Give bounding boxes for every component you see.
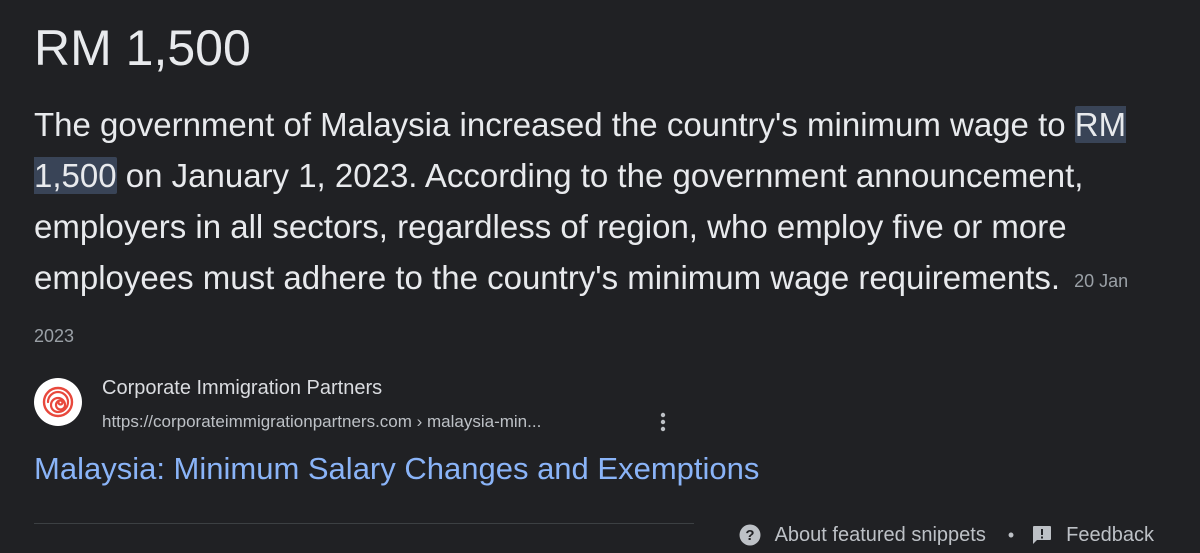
snippet-footer: ? About featured snippets • Feedback: [739, 519, 1154, 551]
footer-separator: •: [1007, 524, 1015, 545]
feedback-label: Feedback: [1066, 523, 1154, 546]
source-url[interactable]: https://corporateimmigrationpartners.com…: [102, 410, 541, 434]
more-vert-icon[interactable]: [650, 406, 676, 438]
svg-text:?: ?: [745, 527, 754, 544]
feedback-button[interactable]: Feedback: [1032, 524, 1154, 547]
about-featured-snippets-button[interactable]: ? About featured snippets: [739, 524, 986, 547]
answer-text-before: The government of Malaysia increased the…: [34, 106, 1075, 143]
answer-text-after: on January 1, 2023. According to the gov…: [34, 157, 1084, 296]
spiral-logo-icon: [34, 378, 82, 426]
answer-text: The government of Malaysia increased the…: [34, 99, 1154, 362]
source-site-name[interactable]: Corporate Immigration Partners: [102, 374, 382, 402]
source-attribution[interactable]: Corporate Immigration Partners https://c…: [34, 374, 734, 438]
feedback-icon: [1032, 525, 1052, 545]
divider: [34, 523, 694, 524]
help-circle-icon: ?: [739, 524, 761, 546]
about-featured-snippets-label: About featured snippets: [774, 523, 986, 546]
result-title-link[interactable]: Malaysia: Minimum Salary Changes and Exe…: [34, 449, 759, 489]
answer-title: RM 1,500: [34, 20, 251, 76]
